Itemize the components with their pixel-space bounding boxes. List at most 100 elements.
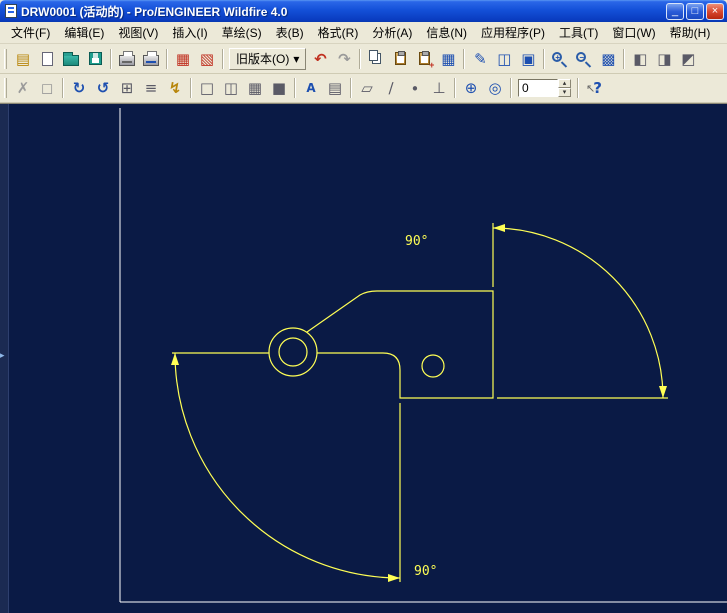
toolbar-separator (623, 48, 626, 69)
layers-button[interactable]: ▤ (323, 76, 347, 100)
close-button[interactable]: × (706, 2, 724, 20)
plus-badge-icon: + (429, 59, 435, 70)
lock-view-button[interactable]: ▣ (516, 47, 540, 71)
maximize-icon: □ (691, 4, 699, 17)
sketch-button[interactable]: ✎ (468, 47, 492, 71)
print-setup-button[interactable] (139, 47, 163, 71)
update-sheets-icon: ▦ (175, 49, 191, 68)
undo-button[interactable]: ↶ (308, 47, 332, 71)
erase-button[interactable]: ◻ (35, 76, 59, 100)
layer-window-icon: ◨ (657, 49, 672, 68)
redo-button[interactable]: ↷ (332, 47, 356, 71)
redraw-button[interactable]: ↺ (91, 76, 115, 100)
paste-special-button[interactable]: + (412, 47, 436, 71)
open-button[interactable] (59, 47, 83, 71)
zoom-in-button[interactable]: + (548, 47, 572, 71)
menu-format[interactable]: 格式(R) (311, 21, 366, 44)
insert-view-icon: ◫ (497, 49, 512, 68)
lower-dim-label[interactable]: 90° (414, 564, 437, 579)
print-setup-icon (143, 51, 159, 66)
shaded-button[interactable]: ■ (267, 76, 291, 100)
menu-analysis[interactable]: 分析(A) (365, 21, 419, 44)
datum-csys-toggle[interactable]: ⊥ (427, 76, 451, 100)
hidden-line-button[interactable]: ◫ (219, 76, 243, 100)
wireframe-button[interactable]: □ (195, 76, 219, 100)
regenerate-button[interactable]: ▧ (195, 47, 219, 71)
gallery-window-button[interactable]: ◩ (676, 47, 700, 71)
sash-expand-icon[interactable]: ▸ (0, 351, 5, 361)
new-format-icon: ▤ (15, 49, 31, 68)
sheet-number-input[interactable] (518, 79, 558, 97)
toolbar-bottom: ✗ ◻ ↻ ↺ ⊞ ≡ ↯ □ ◫ ▦ ■ A ▤ ▱ ∕ ∙ ⊥ ⊕ ◎ ▴ … (0, 74, 727, 103)
datum-plane-toggle[interactable]: ▱ (355, 76, 379, 100)
menu-tools[interactable]: 工具(T) (552, 21, 605, 44)
boss-outer-circle[interactable] (268, 327, 318, 377)
boss-hole-circle[interactable] (278, 337, 308, 367)
sheet-border (119, 108, 727, 603)
line-style-button[interactable]: ≡ (139, 76, 163, 100)
navigator-sash[interactable]: ▸ (0, 104, 9, 613)
drawing-svg: 90° 90° (119, 108, 727, 603)
toolbar-separator (222, 48, 224, 69)
copy-button[interactable] (364, 47, 388, 71)
new-button[interactable] (35, 47, 59, 71)
menu-window[interactable]: 窗口(W) (605, 21, 662, 44)
upper-dim-arrow-top (493, 224, 505, 232)
part-outline[interactable] (306, 290, 494, 399)
menu-insert[interactable]: 插入(I) (165, 21, 214, 44)
menu-file[interactable]: 文件(F) (4, 21, 57, 44)
save-button[interactable] (83, 47, 107, 71)
insert-view-button[interactable]: ◫ (492, 47, 516, 71)
regenerate-icon: ▧ (199, 49, 215, 68)
layer-window-button[interactable]: ◨ (652, 47, 676, 71)
highlight-button[interactable]: ↯ (163, 76, 187, 100)
hidden-line-icon: ◫ (223, 79, 239, 97)
upper-dim-label[interactable]: 90° (405, 234, 428, 249)
refit-button[interactable]: ▩ (596, 47, 620, 71)
context-help-button[interactable]: ↖ ? (582, 76, 606, 100)
toolbar-separator (577, 78, 579, 98)
datum-axis-toggle[interactable]: ∕ (379, 76, 403, 100)
repaint-button[interactable]: ↻ (67, 76, 91, 100)
no-hidden-button[interactable]: ▦ (243, 76, 267, 100)
title-bar: DRW0001 (活动的) - Pro/ENGINEER Wildfire 4.… (0, 0, 727, 22)
spin-down-button[interactable]: ▾ (558, 88, 571, 97)
toolbar-separator (190, 78, 192, 98)
saved-views-button[interactable]: ◧ (628, 47, 652, 71)
undo-icon: ↶ (314, 49, 327, 68)
maximize-button[interactable]: □ (686, 2, 704, 20)
paste-button[interactable] (388, 47, 412, 71)
new-format-button[interactable]: ▤ (11, 47, 35, 71)
zoom-out-button[interactable]: − (572, 47, 596, 71)
grid-toggle-button[interactable]: ⊞ (115, 76, 139, 100)
menu-help[interactable]: 帮助(H) (663, 21, 718, 44)
new-page-icon (41, 51, 53, 66)
datum-point-toggle[interactable]: ∙ (403, 76, 427, 100)
erase-icon: ◻ (40, 79, 54, 97)
datum-plane-icon: ▱ (361, 79, 373, 97)
toolbar-separator (110, 48, 112, 69)
menu-edit[interactable]: 编辑(E) (57, 21, 111, 44)
menu-view[interactable]: 视图(V) (111, 21, 165, 44)
print-button[interactable] (115, 47, 139, 71)
update-sheets-button[interactable]: ▦ (171, 47, 195, 71)
lock-view-icon: ▣ (521, 49, 536, 68)
orient-button[interactable]: ◎ (483, 76, 507, 100)
menu-applications[interactable]: 应用程序(P) (474, 21, 552, 44)
toolbar-grip[interactable] (4, 48, 7, 69)
delete-button[interactable]: ✗ (11, 76, 35, 100)
lower-dim-arc[interactable] (174, 352, 401, 579)
update-tables-button[interactable]: ▦ (436, 47, 460, 71)
toolbar-grip[interactable] (4, 78, 7, 98)
minimize-button[interactable]: _ (666, 2, 684, 20)
menu-table[interactable]: 表(B) (269, 21, 311, 44)
spin-up-button[interactable]: ▴ (558, 79, 571, 88)
upper-dim-arc[interactable] (492, 227, 664, 399)
small-hole-circle[interactable] (421, 354, 445, 378)
spin-center-button[interactable]: ⊕ (459, 76, 483, 100)
drawing-canvas[interactable]: 90° 90° ▸ (0, 103, 727, 613)
menu-info[interactable]: 信息(N) (419, 21, 474, 44)
old-version-button[interactable]: 旧版本(O) ▾ (229, 47, 307, 70)
menu-sketch[interactable]: 草绘(S) (215, 21, 269, 44)
annotation-button[interactable]: A (299, 76, 323, 100)
